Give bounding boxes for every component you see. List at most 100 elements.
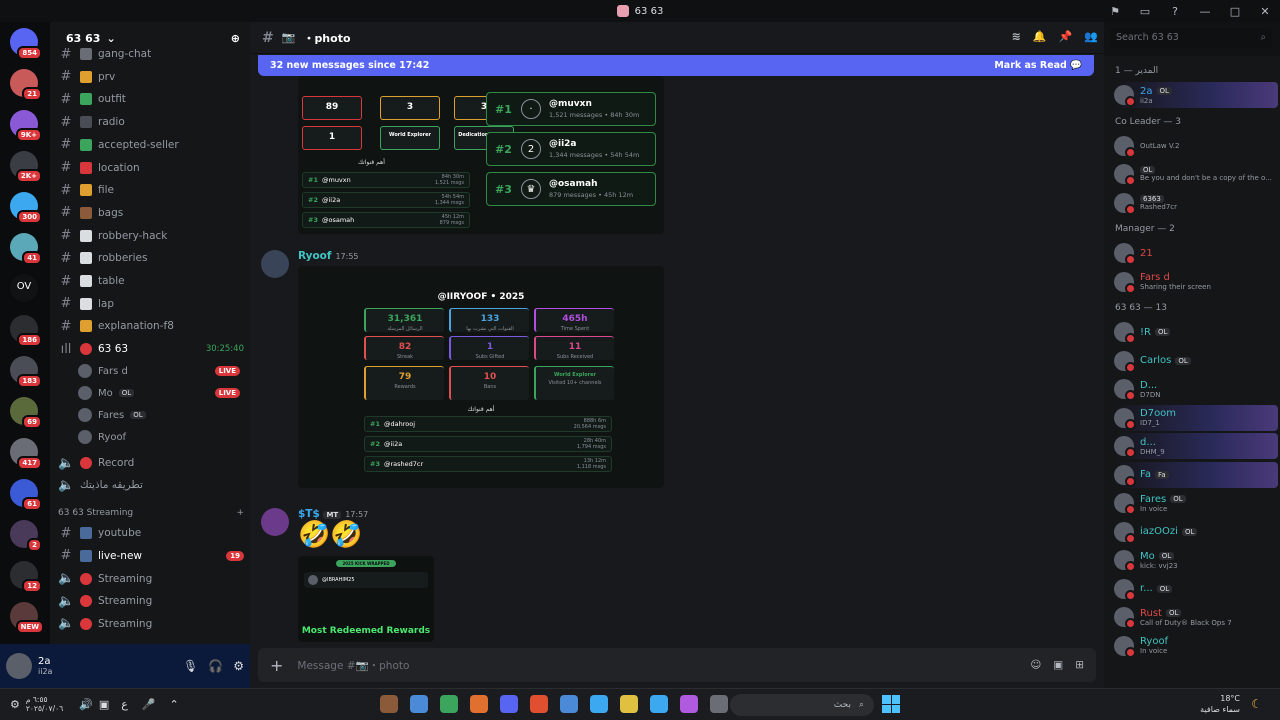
headphones-icon[interactable]: 🎧 [208, 659, 223, 673]
new-messages-bar[interactable]: 32 new messages since 17:42 Mark as Read… [258, 55, 1094, 76]
add-member-icon[interactable]: ⊕ [231, 32, 240, 45]
channel-streaming[interactable]: # live-new 19 [58, 546, 244, 566]
gift-icon[interactable]: ☺ [1030, 659, 1041, 671]
category-streaming[interactable]: 63 63 Streaming + [58, 505, 244, 521]
message-author[interactable]: Ryoof 17:55 [298, 250, 359, 262]
server-icon[interactable]: OV [10, 274, 38, 302]
channel-streaming[interactable]: 🔈 Streaming [58, 591, 244, 611]
channel-streaming[interactable]: 🔈 Streaming [58, 569, 244, 589]
member-item[interactable]: !R OL [1114, 319, 1278, 345]
bell-icon[interactable]: 🔔 [1033, 30, 1047, 43]
member-item[interactable]: Fars d Sharing their screen [1114, 269, 1278, 295]
channel-streaming[interactable]: 🔈 Streaming [58, 614, 244, 634]
mark-as-read-button[interactable]: Mark as Read 💬 [994, 60, 1082, 71]
member-item[interactable]: D... D7DN [1114, 376, 1278, 402]
microphone-icon[interactable]: 🎙 [183, 659, 198, 673]
member-item[interactable]: 21 [1114, 240, 1278, 266]
avatar[interactable] [261, 250, 289, 278]
server-icon[interactable]: 186 [10, 315, 42, 347]
image-icon[interactable]: ▣ [1053, 659, 1063, 671]
channel-arabic[interactable]: 🔈 تطريقه ماذيتك [58, 475, 244, 495]
server-icon[interactable]: 417 [10, 438, 42, 470]
network-icon[interactable]: ▣ [99, 698, 109, 711]
server-icon[interactable]: 2 [10, 520, 42, 552]
server-icon[interactable]: NEW [10, 602, 44, 634]
voice-user[interactable]: Mo OL LIVE [78, 383, 240, 403]
avatar[interactable] [6, 653, 32, 679]
add-channel-icon[interactable]: + [236, 508, 244, 518]
member-item[interactable]: d... DHM_9 [1114, 433, 1278, 459]
edge-icon[interactable] [650, 695, 668, 713]
channel-bags[interactable]: # bags [58, 203, 244, 223]
gear-icon[interactable]: ⚙ [233, 659, 244, 673]
threads-icon[interactable]: ≋ [1012, 30, 1021, 43]
channel-prv[interactable]: # prv [58, 67, 244, 87]
server-icon[interactable]: 183 [10, 356, 42, 388]
apps-icon[interactable]: ⊞ [1075, 659, 1084, 671]
channel-explanation-f8[interactable]: # explanation-f8 [58, 316, 244, 336]
language-indicator[interactable]: ع [121, 698, 128, 711]
member-item[interactable]: 6363 Rashed7cr [1114, 190, 1278, 216]
channel-location[interactable]: # location [58, 158, 244, 178]
settings-icon[interactable]: ⚙ [10, 698, 20, 711]
image-attachment-2[interactable]: @IIRYOOF • 2025 31,361 الرسائل المرسلة 133… [298, 266, 664, 488]
voice-user[interactable]: Ryoof [78, 427, 240, 447]
channel-robbery-hack[interactable]: # robbery-hack [58, 226, 244, 246]
voice-channel[interactable]: ıll 63 63 30:25:40 [58, 339, 244, 359]
image-attachment-3[interactable]: 2025 KICK WRAPPED @IBRAHIM25 Most Redeem… [298, 556, 434, 642]
server-icon[interactable]: 854 [10, 28, 42, 60]
taskview-icon[interactable] [710, 695, 728, 713]
maximize-button[interactable]: □ [1226, 2, 1244, 20]
message-input[interactable]: Message #📷・photo [297, 658, 409, 673]
server-icon[interactable]: 61 [10, 479, 42, 511]
copilot-icon[interactable] [680, 695, 698, 713]
member-item[interactable]: Fa Fa [1114, 461, 1278, 488]
search-input[interactable]: Search 63 63 ⌕ [1110, 28, 1272, 48]
message-author[interactable]: $T$ MT 17:57 [298, 508, 368, 520]
member-item[interactable]: Ryoof In voice [1114, 633, 1278, 659]
member-item[interactable]: Rust OL Call of Duty® Black Ops 7 [1114, 604, 1278, 630]
member-item[interactable]: iazOOzi OL [1114, 519, 1278, 545]
channel-gang-chat[interactable]: # gang-chat [58, 44, 244, 64]
channel-record[interactable]: 🔈 Record [58, 453, 244, 473]
server-icon[interactable]: 300 [10, 192, 42, 224]
help-icon[interactable]: ? [1166, 2, 1184, 20]
channel-outfit[interactable]: # outfit [58, 89, 244, 109]
close-button[interactable]: ✕ [1256, 2, 1274, 20]
app-icon[interactable] [470, 695, 488, 713]
pin-icon[interactable]: 📌 [1059, 30, 1073, 43]
member-item[interactable]: OutLaw V.2 [1114, 133, 1278, 159]
avatar[interactable] [261, 508, 289, 536]
member-item[interactable]: 2a OL ii2a [1114, 82, 1278, 108]
chevron-up-icon[interactable]: ⌃ [170, 698, 179, 711]
channel-accepted-seller[interactable]: # accepted-seller [58, 135, 244, 155]
inbox-icon[interactable]: ⚑ [1106, 2, 1124, 20]
server-icon[interactable]: 41 [10, 233, 42, 265]
discord-icon[interactable] [500, 695, 518, 713]
voice-user[interactable]: Fares OL [78, 405, 240, 425]
minimize-button[interactable]: — [1196, 2, 1214, 20]
member-item[interactable]: Carlos OL [1114, 348, 1278, 374]
member-item[interactable]: D7oom ID7_1 [1114, 404, 1278, 431]
store-icon[interactable] [590, 695, 608, 713]
server-icon[interactable]: 69 [10, 397, 42, 429]
channel-file[interactable]: # file [58, 180, 244, 200]
voice-user[interactable]: Fars d LIVE [78, 361, 240, 381]
server-icon[interactable]: 2K+ [10, 151, 42, 183]
excel-icon[interactable] [440, 695, 458, 713]
screen-icon[interactable]: ▭ [1136, 2, 1154, 20]
member-item[interactable]: OL Be you and don't be a copy of the o... [1114, 161, 1278, 187]
server-icon[interactable]: 21 [10, 69, 42, 101]
outlook-icon[interactable] [560, 695, 578, 713]
plus-icon[interactable]: + [270, 656, 283, 675]
brave-icon[interactable] [530, 695, 548, 713]
recorder-icon[interactable] [380, 695, 398, 713]
member-item[interactable]: r... OL [1114, 576, 1278, 602]
member-item[interactable]: Mo OL kick: vvj23 [1114, 547, 1278, 573]
member-item[interactable]: Fares OL In voice [1114, 490, 1278, 516]
message-composer[interactable]: + Message #📷・photo ☺ ▣ ⊞ [258, 648, 1096, 682]
windows-start-icon[interactable] [882, 695, 900, 713]
moon-icon[interactable]: ☾ [1251, 697, 1262, 711]
microphone-icon[interactable]: 🎤 [142, 698, 156, 711]
steam-icon[interactable] [410, 695, 428, 713]
